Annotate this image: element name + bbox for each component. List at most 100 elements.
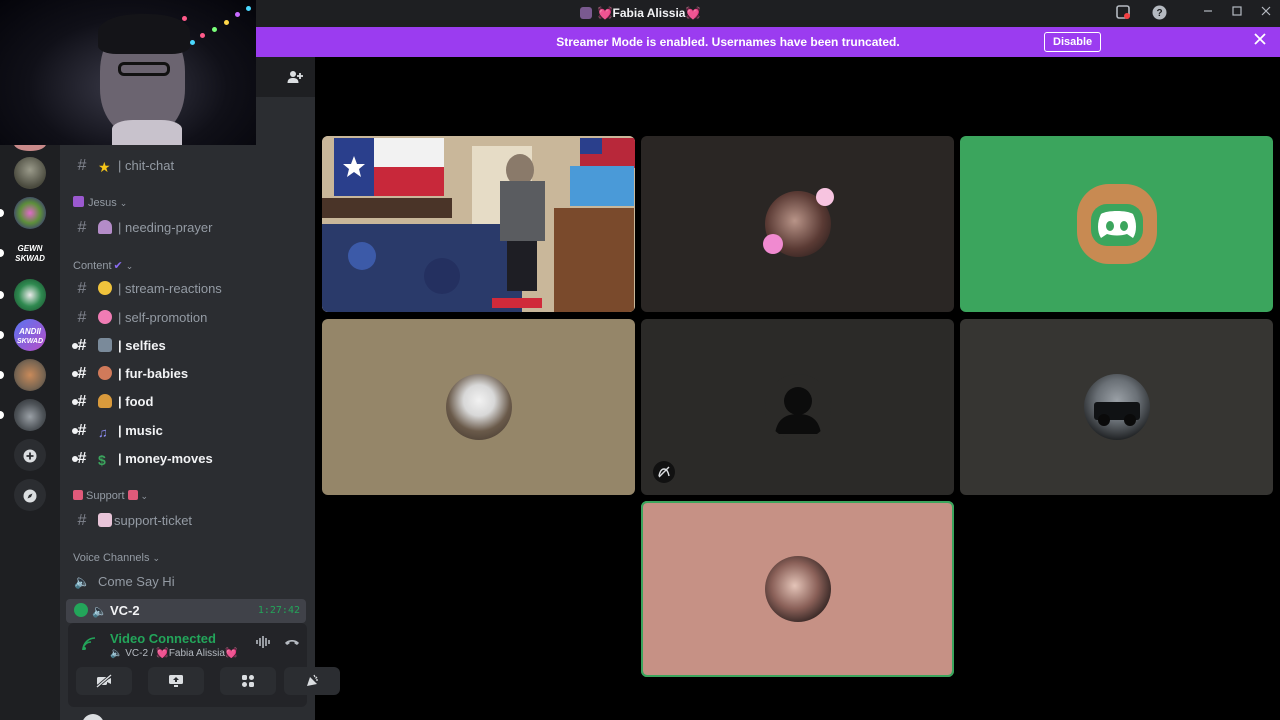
channel-money-moves[interactable]: # $ | money-moves (72, 447, 306, 471)
add-server-icon[interactable] (14, 439, 46, 471)
dollar-icon: $ (98, 452, 106, 468)
envelope-icon (98, 513, 112, 527)
inbox-icon[interactable] (1115, 5, 1131, 21)
hangup-icon[interactable] (284, 635, 300, 652)
flower-icon (98, 310, 112, 324)
noise-suppression-icon[interactable] (255, 635, 271, 652)
disable-streamer-mode-button[interactable]: Disable (1044, 32, 1102, 52)
discord-logo-icon (1090, 204, 1143, 246)
chevron-down-icon: ⌄ (119, 198, 128, 208)
voice-status[interactable]: Video Connected (110, 631, 216, 646)
voice-channel-vc-2[interactable]: 🔈 VC-2 1:27:42 (66, 599, 306, 623)
channel-support-ticket[interactable]: # support-ticket (74, 509, 306, 533)
svg-text:ANDII: ANDII (18, 327, 42, 336)
text-channel-icon: # (77, 309, 87, 326)
svg-text:SKWAD: SKWAD (15, 254, 45, 263)
voice-panel: Video Connected 🔈 VC-2 / 💓Fabia Alissia💓 (68, 623, 340, 707)
screen-share-icon (169, 675, 183, 687)
unread-pip (0, 291, 4, 299)
server-rail: GEWN SKWAD ANDII SKWAD (0, 137, 60, 720)
server-icon-andii-skwad[interactable]: ANDII SKWAD (14, 319, 46, 351)
server-icon (579, 7, 592, 19)
support-icon (127, 490, 138, 500)
voice-channel-come-say-hi[interactable]: 🔈 Come Say Hi (74, 570, 306, 594)
activities-icon (242, 675, 254, 687)
speaker-icon: 🔈 (110, 648, 123, 659)
praying-icon (98, 220, 112, 234)
channel-fur-babies[interactable]: # | fur-babies (72, 362, 306, 386)
support-icon (73, 490, 83, 500)
user-avatar-partial[interactable] (82, 714, 104, 720)
video-tile-user[interactable] (322, 319, 635, 495)
help-icon[interactable]: ? (1151, 5, 1167, 21)
text-channel-icon: # (77, 157, 87, 174)
server-icon-gewn-skwad[interactable]: GEWN SKWAD (14, 237, 46, 269)
flower-decoration (816, 188, 834, 206)
video-tile-user[interactable] (960, 319, 1273, 495)
server-icon[interactable] (14, 399, 46, 431)
cross-icon (73, 196, 84, 207)
close-banner-icon[interactable] (1254, 32, 1266, 50)
add-user-icon[interactable] (287, 69, 303, 89)
channel-food[interactable]: # | food (72, 390, 306, 414)
channel-self-promotion[interactable]: # | self-promotion (74, 306, 306, 330)
category-content[interactable]: Content ✔ ⌄ (73, 259, 133, 272)
category-support[interactable]: Support ⌄ (73, 490, 148, 502)
camera-off-icon (96, 673, 112, 689)
server-icon[interactable] (14, 197, 46, 229)
banner-message: Streamer Mode is enabled. Usernames have… (556, 35, 900, 49)
soundboard-button[interactable] (284, 667, 340, 695)
channel-chit-chat[interactable]: # ★ | chit-chat (74, 154, 306, 178)
streamer-webcam (0, 0, 256, 145)
heart-icon: 💓 (224, 648, 238, 659)
speaker-icon: 🔈 (92, 604, 107, 618)
signal-icon[interactable] (82, 637, 96, 654)
category-voice-channels[interactable]: Voice Channels ⌄ (73, 552, 160, 564)
music-notes-icon: ♫ (98, 425, 108, 440)
camera-off-icon (653, 461, 675, 483)
maximize-icon[interactable] (1229, 5, 1245, 21)
video-tile-user[interactable] (960, 136, 1273, 312)
screen-share-button[interactable] (148, 667, 204, 695)
server-icon[interactable] (14, 359, 46, 391)
unread-pip (0, 209, 4, 217)
video-tile-user[interactable] (641, 319, 954, 495)
unread-pip (0, 331, 4, 339)
text-channel-icon: # (77, 280, 87, 297)
svg-text:GEWN: GEWN (18, 244, 43, 253)
unread-pip (0, 249, 4, 257)
unread-indicator (72, 399, 78, 405)
user-avatar (764, 556, 831, 622)
activities-button[interactable] (220, 667, 276, 695)
close-window-icon[interactable] (1258, 5, 1274, 21)
video-tile-camera[interactable] (322, 136, 635, 312)
explore-servers-icon[interactable] (14, 479, 46, 511)
channel-music[interactable]: # ♫ | music (72, 419, 306, 443)
soundboard-icon (307, 674, 318, 686)
check-icon: ✔ (113, 260, 123, 272)
streamer-mode-banner: Streamer Mode is enabled. Usernames have… (256, 27, 1280, 57)
sidebar-header (256, 57, 315, 97)
video-tile-user[interactable] (641, 136, 954, 312)
default-avatar-icon (764, 374, 831, 440)
burger-icon (98, 394, 112, 408)
minimize-icon[interactable] (1200, 5, 1216, 21)
server-icon[interactable] (14, 279, 46, 311)
unread-indicator (72, 343, 78, 349)
svg-text:?: ? (1156, 8, 1162, 19)
unread-indicator (72, 428, 78, 434)
star-icon: ★ (98, 159, 111, 175)
voice-channel-info: 🔈 VC-2 / 💓Fabia Alissia💓 (110, 648, 238, 659)
chevron-down-icon: ⌄ (152, 553, 160, 563)
channel-needing-prayer[interactable]: # | needing-prayer (74, 216, 306, 240)
channel-sidebar: # ★ | chit-chat Jesus ⌄ # | needing-prayer C… (60, 57, 340, 720)
text-channel-icon: # (77, 512, 87, 529)
camera-off-button[interactable] (76, 667, 132, 695)
video-tile-speaking-user[interactable] (641, 501, 954, 677)
channel-stream-reactions[interactable]: # | stream-reactions (74, 277, 306, 301)
channel-selfies[interactable]: # | selfies (72, 334, 306, 358)
server-icon[interactable] (14, 157, 46, 189)
category-jesus[interactable]: Jesus ⌄ (73, 196, 127, 209)
user-avatar (445, 374, 512, 440)
chevron-down-icon: ⌄ (125, 261, 134, 271)
